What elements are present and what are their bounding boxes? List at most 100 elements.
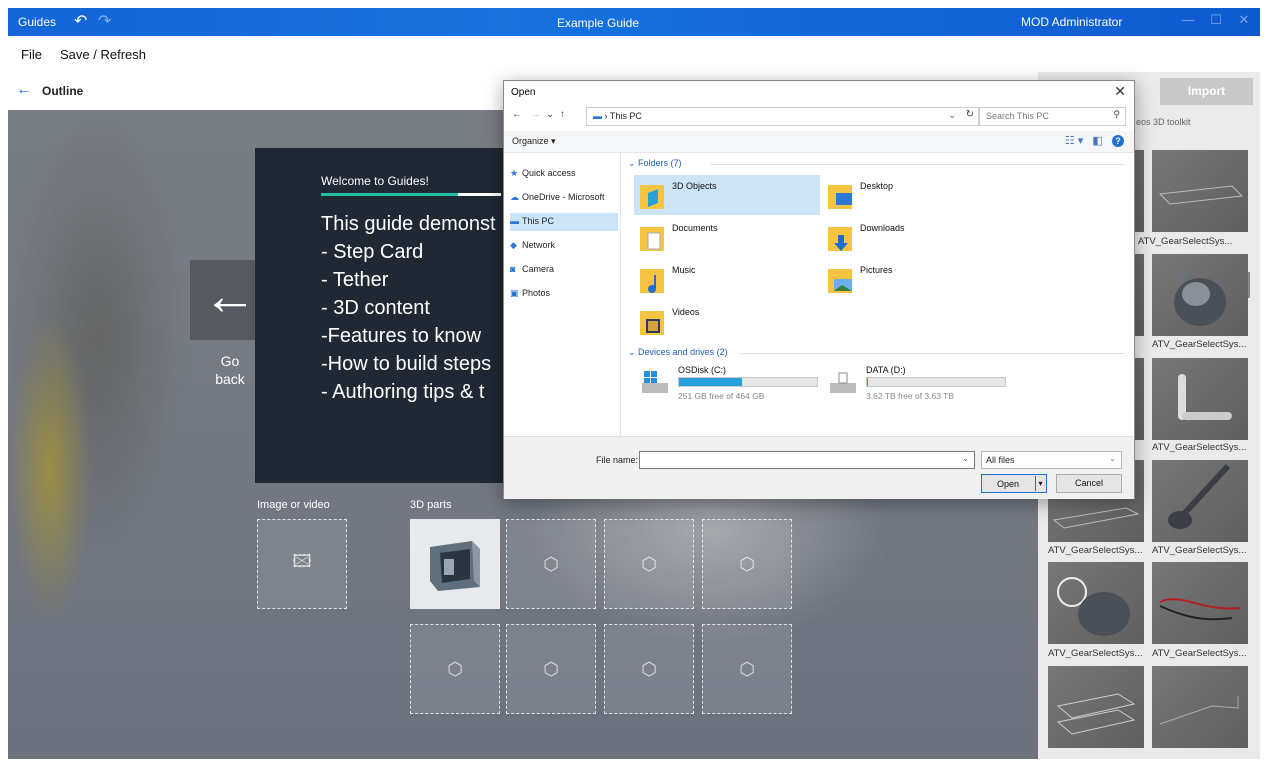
drives-group-header[interactable]: ⌄ Devices and drives (2) <box>628 347 728 358</box>
file-name-dropdown-icon[interactable]: ⌄ <box>962 454 969 463</box>
cancel-button[interactable]: Cancel <box>1056 474 1122 493</box>
nav-camera[interactable]: ◙ Camera <box>510 261 618 279</box>
folder-3d-objects[interactable]: 3D Objects <box>634 175 820 215</box>
open-button[interactable]: Open ▾ <box>981 474 1047 493</box>
drive-usage-bar <box>866 377 1006 387</box>
library-thumbnail[interactable] <box>1152 666 1248 748</box>
3d-part-slot[interactable]: ⬡ <box>604 624 694 714</box>
3d-folder-icon <box>640 185 664 209</box>
view-options-icon[interactable]: ☷ ▾ <box>1065 135 1083 147</box>
shift-lever-model-icon <box>1168 463 1231 529</box>
camera-icon: ◙ <box>510 264 516 274</box>
thumbnail-caption: ATV_GearSelectSys... <box>1048 545 1143 556</box>
search-icon: ⚲ <box>1113 109 1120 119</box>
3d-part-slot[interactable]: ⬡ <box>506 519 596 609</box>
file-name-input[interactable]: ⌄ <box>639 451 975 469</box>
organize-menu[interactable]: Organize ▾ <box>512 136 556 147</box>
cloud-icon: ☁ <box>510 192 519 202</box>
back-icon[interactable]: ← <box>512 109 522 120</box>
dialog-title: Open <box>511 87 536 98</box>
up-folder-icon[interactable]: ↑ <box>560 109 565 120</box>
address-dropdown-icon[interactable]: ⌄ <box>948 110 956 121</box>
3d-part-slot[interactable]: ⬡ <box>506 624 596 714</box>
folder-pictures[interactable]: Pictures <box>822 259 1008 299</box>
dialog-toolbar: Organize ▾ ☷ ▾ ◧ ? <box>504 131 1134 153</box>
folder-downloads[interactable]: Downloads <box>822 217 1008 257</box>
3d-part-slot[interactable]: ⬡ <box>604 519 694 609</box>
folder-videos[interactable]: Videos <box>634 301 820 341</box>
search-input[interactable]: Search This PC ⚲ <box>979 107 1126 126</box>
library-tabs[interactable]: eos 3D toolkit <box>1136 117 1191 127</box>
drive-c[interactable]: OSDisk (C:) 251 GB free of 464 GB <box>634 363 824 403</box>
nav-this-pc[interactable]: ▬ This PC <box>510 213 618 231</box>
recent-dropdown-icon[interactable]: ⌄ <box>546 109 554 120</box>
3d-part-slot[interactable]: ⬡ <box>702 519 792 609</box>
nav-network[interactable]: ◆ Network <box>510 237 618 255</box>
file-name-label: File name: <box>596 455 639 465</box>
step-card-body[interactable]: This guide demonst - Step Card - Tether … <box>321 210 496 406</box>
step-progress-fill <box>321 193 458 196</box>
3d-part-thumbnail[interactable] <box>410 519 500 609</box>
folder-documents[interactable]: Documents <box>634 217 820 257</box>
cube-icon: ⬡ <box>641 658 657 679</box>
library-thumbnail[interactable] <box>1152 254 1248 336</box>
minimize-icon[interactable]: — <box>1178 12 1198 32</box>
library-thumbnail[interactable] <box>1152 150 1248 232</box>
dialog-close-icon[interactable]: ✕ <box>1114 83 1126 100</box>
plates-model-icon <box>1056 693 1136 735</box>
help-icon[interactable]: ? <box>1112 135 1124 147</box>
thumbnail-caption: ATV_GearSelectSys... <box>1152 648 1247 659</box>
library-thumbnail[interactable] <box>1048 666 1144 748</box>
close-window-icon[interactable]: ✕ <box>1234 12 1254 32</box>
dialog-footer: File name: ⌄ All files ⌄ Open ▾ Cancel <box>504 436 1134 499</box>
drive-d[interactable]: DATA (D:) 3.62 TB free of 3.63 TB <box>822 363 1012 403</box>
refresh-icon[interactable]: ↻ <box>966 109 974 120</box>
file-menu[interactable]: File <box>21 47 42 62</box>
folders-group-header[interactable]: ⌄ Folders (7) <box>628 158 682 169</box>
navigation-pane: ★ Quick access ☁ OneDrive - Microsoft ▬ Thi… <box>504 153 621 436</box>
document-title: Example Guide <box>556 16 640 30</box>
folder-desktop[interactable]: Desktop <box>822 175 1008 215</box>
import-button[interactable]: Import <box>1160 78 1253 105</box>
thumbnail-caption: ATV_GearSelectSys... <box>1138 236 1233 247</box>
library-thumbnail[interactable] <box>1152 460 1248 542</box>
nav-photos[interactable]: ▣ Photos <box>510 285 618 303</box>
forward-icon[interactable]: → <box>530 109 540 120</box>
3d-part-slot[interactable]: ⬡ <box>410 624 500 714</box>
drive-usage-fill <box>867 378 869 386</box>
image-video-slot[interactable]: 🖾 <box>257 519 347 609</box>
save-refresh-menu[interactable]: Save / Refresh <box>60 47 146 62</box>
preview-pane-icon[interactable]: ◧ <box>1092 135 1102 147</box>
address-path[interactable]: This PC <box>610 111 642 121</box>
thumbnail-caption: ATV_GearSelectSys... <box>1048 648 1143 659</box>
file-type-select[interactable]: All files ⌄ <box>981 451 1122 469</box>
library-thumbnail[interactable] <box>1152 562 1248 644</box>
outline-link[interactable]: Outline <box>42 84 83 98</box>
app-title-bar: Guides ↶ ↷ Example Guide MOD Administrat… <box>8 8 1260 36</box>
image-video-label: Image or video <box>257 499 330 511</box>
folder-music[interactable]: Music <box>634 259 820 299</box>
drive-icon <box>830 372 856 393</box>
maximize-icon[interactable]: ☐ <box>1206 12 1226 32</box>
back-arrow-icon[interactable]: ← <box>16 81 32 99</box>
3d-part-slot[interactable]: ⬡ <box>702 624 792 714</box>
nav-onedrive[interactable]: ☁ OneDrive - Microsoft <box>510 189 618 207</box>
videos-folder-icon <box>640 311 664 335</box>
pictures-folder-icon <box>828 269 852 293</box>
address-bar[interactable]: ▬ › This PC ⌄ ↻ <box>586 107 979 126</box>
pc-icon: ▬ <box>593 111 602 121</box>
go-back-label: Go back <box>215 353 245 387</box>
open-options-dropdown-icon[interactable]: ▾ <box>1035 476 1045 491</box>
panel-scrollbar[interactable] <box>1248 272 1250 298</box>
thumbnail-caption: ATV_GearSelectSys... <box>1152 545 1247 556</box>
3d-part-model-icon <box>430 541 480 591</box>
library-thumbnail[interactable] <box>1048 562 1144 644</box>
user-name[interactable]: MOD Administrator <box>1021 15 1122 29</box>
nav-quick-access[interactable]: ★ Quick access <box>510 165 618 183</box>
cube-icon: ⬡ <box>739 553 755 574</box>
drive-usage-fill <box>679 378 743 386</box>
file-type-dropdown-icon: ⌄ <box>1109 454 1116 463</box>
library-thumbnail[interactable] <box>1152 358 1248 440</box>
windows-drive-icon <box>642 371 668 393</box>
documents-folder-icon <box>640 227 664 251</box>
